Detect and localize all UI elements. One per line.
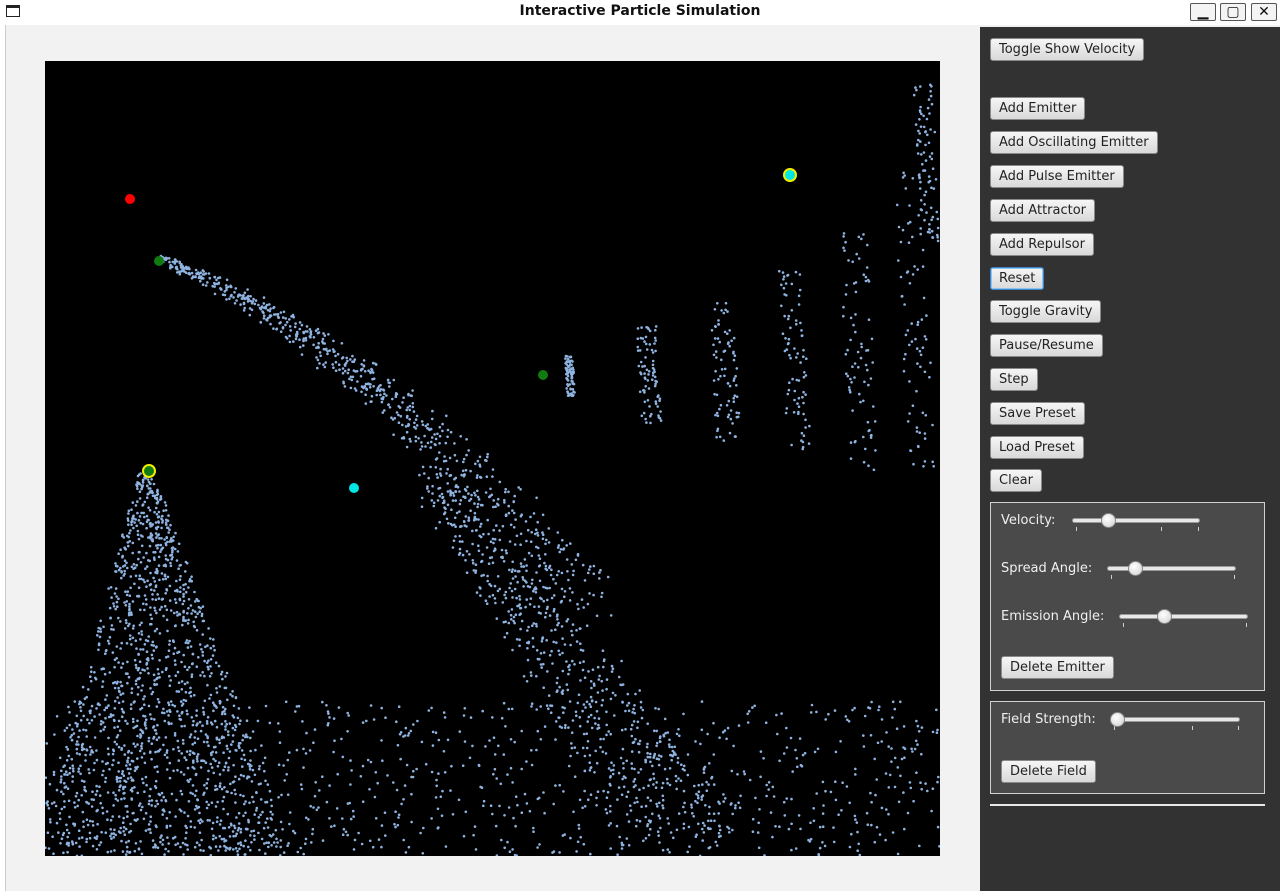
add-pulse-emitter-button[interactable]: Add Pulse Emitter bbox=[990, 165, 1124, 188]
delete-field-button[interactable]: Delete Field bbox=[1001, 760, 1096, 783]
emitter-marker[interactable] bbox=[538, 370, 548, 380]
maximize-button[interactable]: ▢ bbox=[1220, 3, 1246, 21]
pause-resume-button[interactable]: Pause/Resume bbox=[990, 334, 1103, 357]
velocity-label: Velocity: bbox=[1001, 513, 1056, 528]
simulation-canvas[interactable] bbox=[45, 61, 940, 856]
load-preset-button[interactable]: Load Preset bbox=[990, 436, 1084, 459]
delete-emitter-button[interactable]: Delete Emitter bbox=[1001, 656, 1114, 679]
emission-angle-label: Emission Angle: bbox=[1001, 609, 1105, 624]
spread-angle-label: Spread Angle: bbox=[1001, 561, 1093, 576]
add-attractor-button[interactable]: Add Attractor bbox=[990, 199, 1096, 222]
minimize-icon: ▁ bbox=[1197, 4, 1209, 20]
clear-button[interactable]: Clear bbox=[990, 469, 1042, 492]
add-emitter-button[interactable]: Add Emitter bbox=[990, 97, 1086, 120]
repulsor-marker[interactable] bbox=[125, 194, 135, 204]
attractor-marker[interactable] bbox=[349, 483, 359, 493]
maximize-icon: ▢ bbox=[1226, 4, 1240, 20]
save-preset-button[interactable]: Save Preset bbox=[990, 402, 1085, 425]
emitter-marker-selected[interactable] bbox=[142, 464, 156, 478]
window-title: Interactive Particle Simulation bbox=[519, 3, 761, 19]
step-button[interactable]: Step bbox=[990, 368, 1038, 391]
title-bar: Interactive Particle Simulation ▁ ▢ ✕ bbox=[0, 0, 1280, 24]
emitter-marker[interactable] bbox=[154, 256, 164, 266]
toggle-show-velocity-button[interactable]: Toggle Show Velocity bbox=[990, 38, 1145, 61]
spread-angle-slider[interactable] bbox=[1107, 561, 1236, 581]
reset-button[interactable]: Reset bbox=[990, 267, 1045, 290]
add-oscillating-emitter-button[interactable]: Add Oscillating Emitter bbox=[990, 131, 1158, 154]
field-strength-slider[interactable] bbox=[1110, 712, 1240, 732]
toggle-gravity-button[interactable]: Toggle Gravity bbox=[990, 300, 1102, 323]
velocity-slider[interactable] bbox=[1072, 513, 1200, 533]
panel-separator bbox=[990, 804, 1265, 806]
attractor-marker-selected[interactable] bbox=[783, 168, 797, 182]
close-button[interactable]: ✕ bbox=[1251, 3, 1277, 21]
spread-angle-slider-thumb[interactable] bbox=[1127, 561, 1143, 576]
close-icon: ✕ bbox=[1258, 4, 1270, 20]
add-repulsor-button[interactable]: Add Repulsor bbox=[990, 233, 1094, 256]
particle-layer bbox=[45, 83, 940, 856]
field-strength-slider-thumb[interactable] bbox=[1110, 712, 1125, 727]
emission-angle-slider-thumb[interactable] bbox=[1156, 609, 1172, 624]
velocity-slider-thumb[interactable] bbox=[1100, 513, 1116, 528]
emission-angle-slider[interactable] bbox=[1119, 609, 1248, 629]
minimize-button[interactable]: ▁ bbox=[1190, 3, 1216, 21]
field-strength-label: Field Strength: bbox=[1001, 712, 1096, 727]
